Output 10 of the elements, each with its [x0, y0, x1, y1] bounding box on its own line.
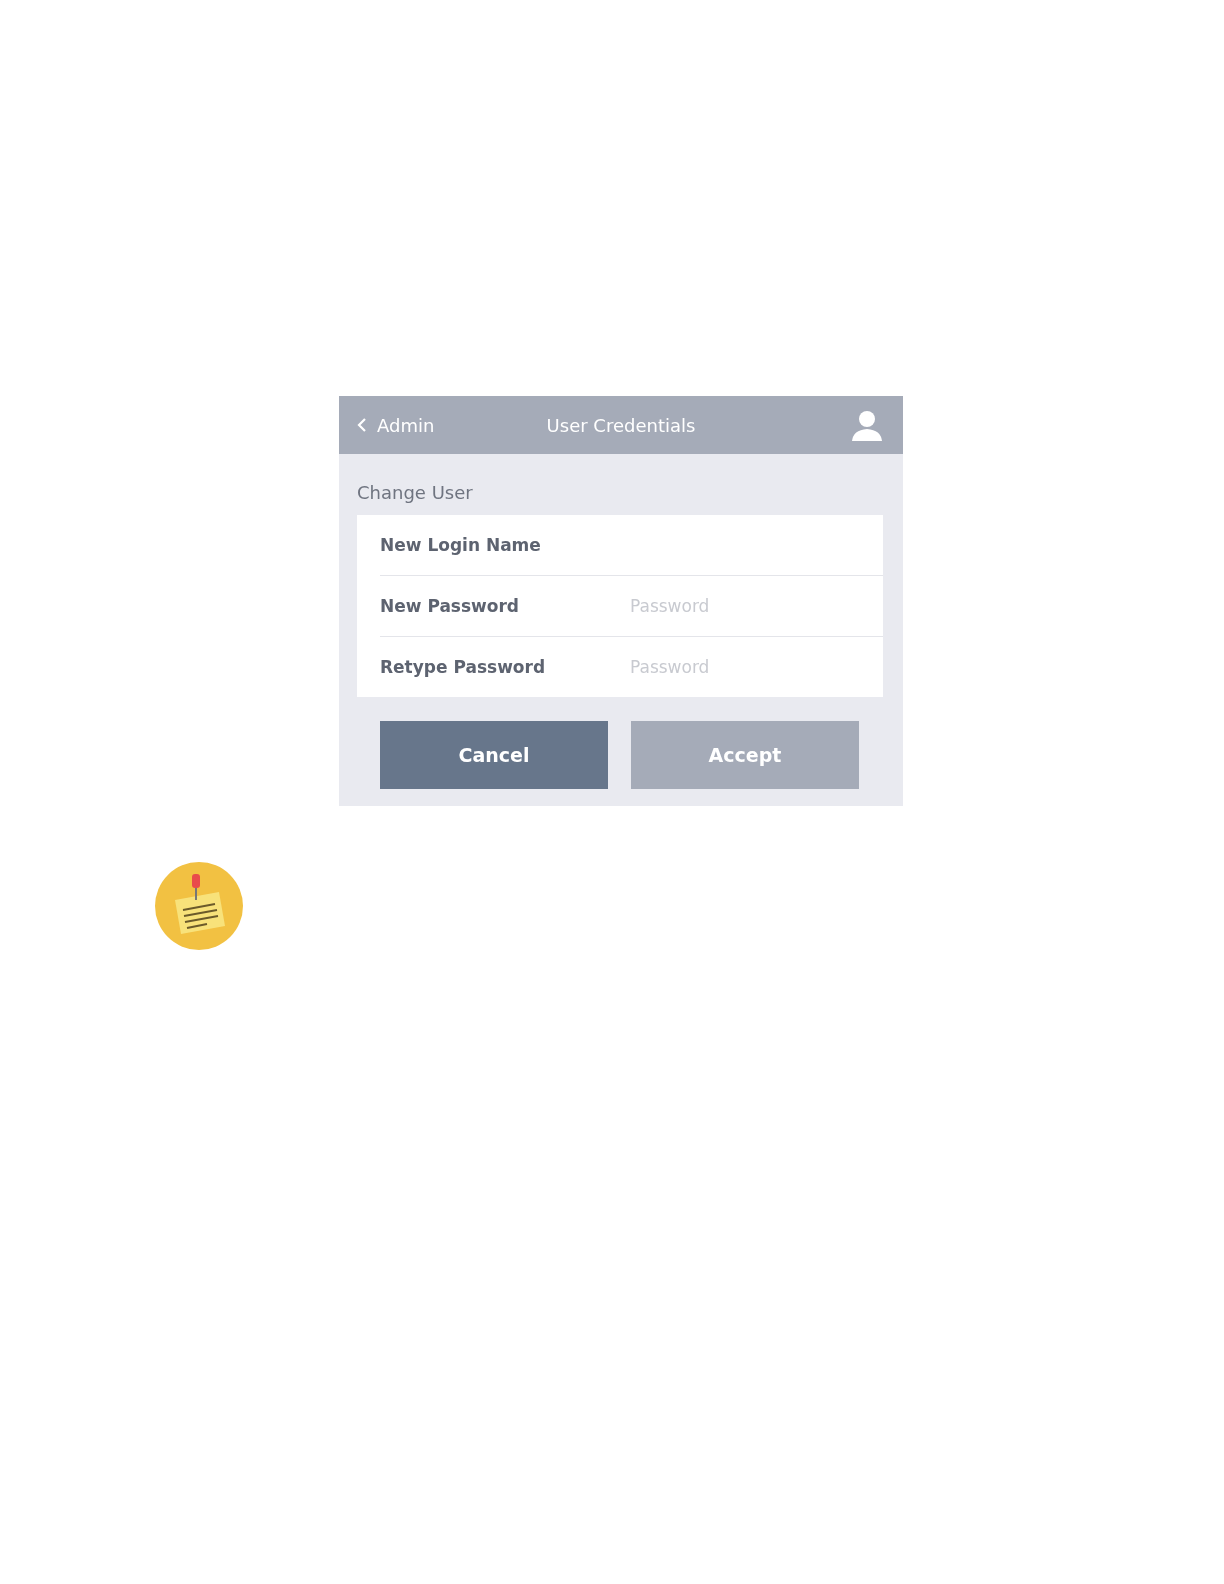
header-title: User Credentials	[546, 414, 696, 436]
chevron-left-icon	[357, 417, 367, 433]
field-label: New Login Name	[380, 535, 542, 555]
field-label: New Password	[380, 596, 521, 616]
sticky-note-icon	[155, 862, 243, 950]
field-label: Retype Password	[380, 657, 547, 677]
user-icon[interactable]	[851, 409, 883, 441]
back-link[interactable]: Admin	[357, 414, 435, 436]
section-title: Change User	[356, 481, 474, 505]
cancel-button[interactable]: Cancel	[380, 721, 608, 789]
